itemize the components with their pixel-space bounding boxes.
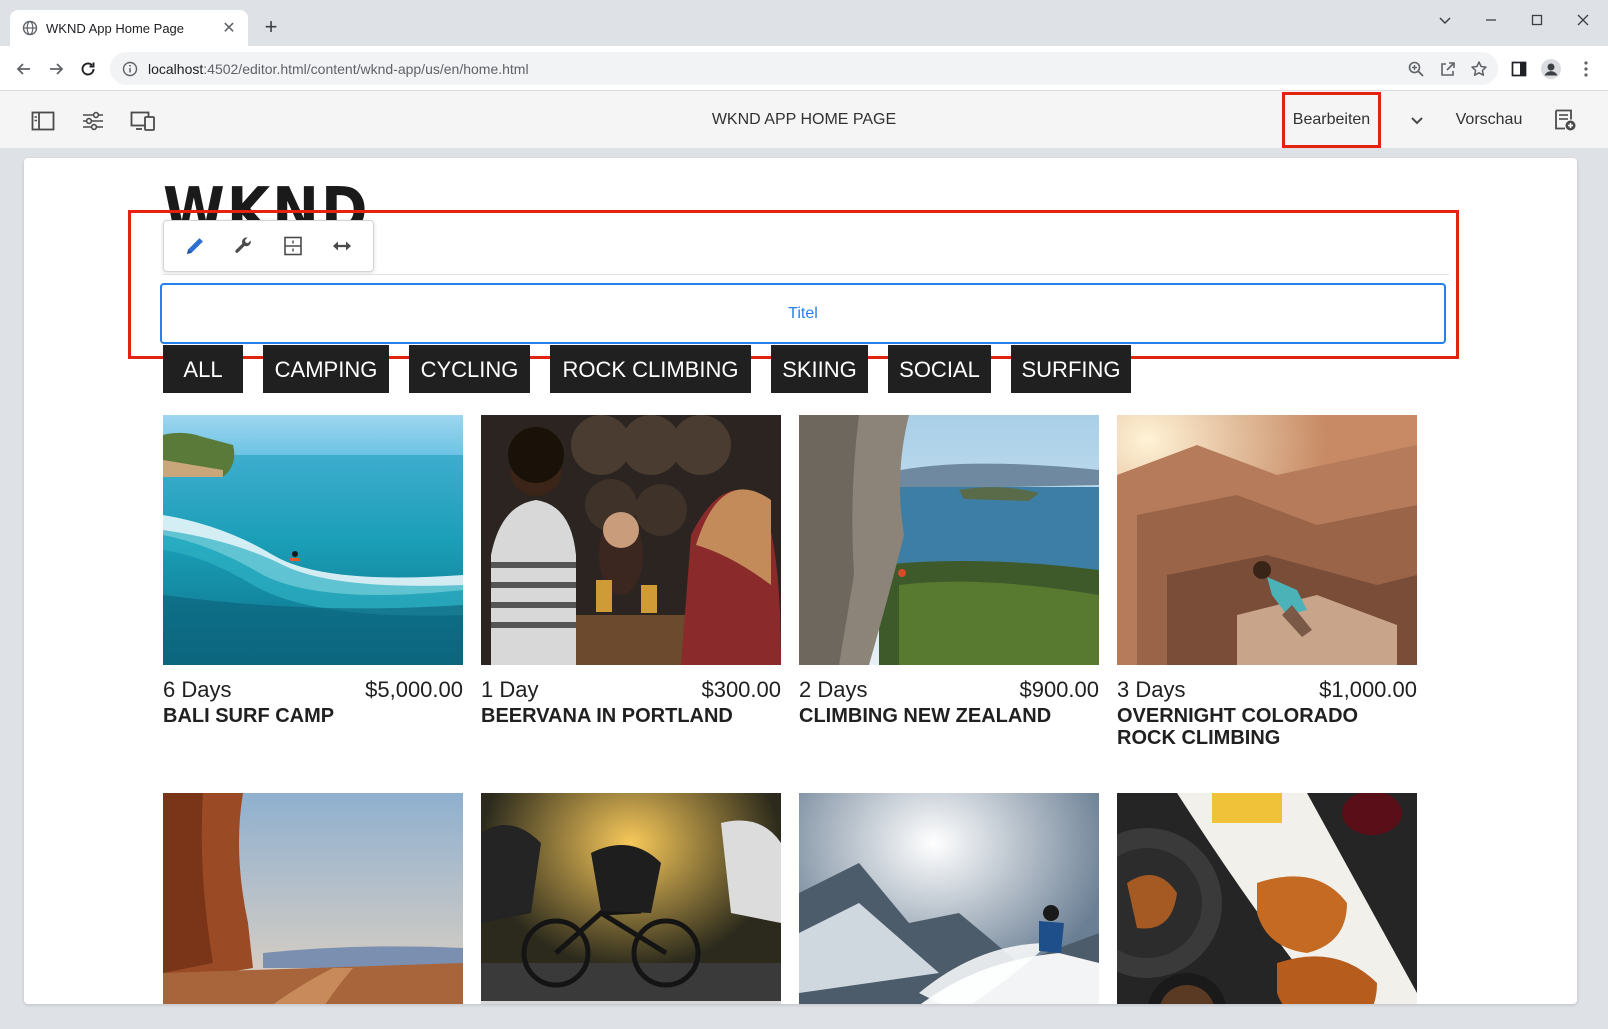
new-zealand-climb-photo (799, 415, 1099, 665)
browser-tab-strip: WKND App Home Page ✕ + (0, 0, 1608, 46)
cycling-photo (481, 793, 781, 1004)
page-canvas: WKND Titel ALL CAMPING CYCLING ROCK CLIM… (24, 158, 1577, 1004)
edit-mode-button[interactable]: Bearbeiten (1282, 92, 1381, 148)
back-arrow-icon[interactable] (10, 55, 38, 83)
card-price: $1,000.00 (1319, 677, 1417, 702)
card-duration: 6 Days (163, 677, 232, 702)
close-tab-icon[interactable]: ✕ (220, 19, 238, 37)
preview-button[interactable]: Vorschau (1448, 101, 1530, 139)
card-duration: 2 Days (799, 677, 868, 702)
browser-menu-icon[interactable] (1572, 55, 1600, 83)
card-meta-row: 3 Days $1,000.00 (1117, 677, 1417, 703)
editor-toolbar: WKND APP HOME PAGE Bearbeiten Vorschau (0, 91, 1608, 149)
surf-photo (163, 415, 463, 665)
new-tab-button[interactable]: + (258, 14, 284, 40)
tab-title: WKND App Home Page (46, 20, 185, 36)
zoom-icon[interactable] (1402, 55, 1430, 83)
adventure-card[interactable]: 2 Days $900.00 CLIMBING NEW ZEALAND (799, 415, 1099, 727)
profile-avatar-icon[interactable] (1537, 55, 1565, 83)
card-title[interactable]: CLIMBING NEW ZEALAND (799, 705, 1099, 727)
adventure-card[interactable] (1117, 793, 1417, 1004)
wrench-configure-icon[interactable] (229, 231, 259, 261)
resize-arrows-icon[interactable] (327, 231, 357, 261)
adventure-card[interactable]: 3 Days $1,000.00 OVERNIGHT COLORADO ROCK… (1117, 415, 1417, 749)
horizontal-scrollbar[interactable] (24, 1004, 1577, 1014)
card-meta-row: 1 Day $300.00 (481, 677, 781, 703)
url-input[interactable]: localhost:4502/editor.html/content/wknd-… (110, 52, 1498, 85)
filter-social-button[interactable]: SOCIAL (888, 345, 991, 393)
maximize-icon[interactable] (1522, 8, 1552, 32)
food-platter-photo (1117, 793, 1417, 1004)
skiing-photo (799, 793, 1099, 1004)
page-information-icon[interactable] (1550, 105, 1580, 135)
emulator-devices-icon[interactable] (128, 106, 158, 136)
card-price: $300.00 (701, 677, 781, 702)
browser-tab[interactable]: WKND App Home Page ✕ (10, 10, 248, 46)
pencil-edit-icon[interactable] (180, 231, 210, 261)
card-duration: 3 Days (1117, 677, 1186, 702)
title-component-placeholder[interactable]: Titel (160, 283, 1446, 344)
component-toolbar (163, 220, 374, 272)
tab-search-chevron-icon[interactable] (1430, 8, 1460, 32)
colorado-rock-climb-photo (1117, 415, 1417, 665)
filter-cycling-button[interactable]: CYCLING (409, 345, 530, 393)
filter-rock-climbing-button[interactable]: ROCK CLIMBING (550, 345, 751, 393)
filter-camping-button[interactable]: CAMPING (263, 345, 389, 393)
reload-icon[interactable] (74, 55, 102, 83)
globe-icon (22, 20, 38, 36)
card-meta-row: 6 Days $5,000.00 (163, 677, 463, 703)
card-title[interactable]: BALI SURF CAMP (163, 705, 463, 727)
page-properties-sliders-icon[interactable] (78, 106, 108, 136)
adventure-card[interactable] (481, 793, 781, 1004)
bookmark-star-icon[interactable] (1465, 55, 1493, 83)
url-text: localhost:4502/editor.html/content/wknd-… (148, 60, 529, 77)
side-panel-toggle-icon[interactable] (28, 106, 58, 136)
forward-arrow-icon[interactable] (42, 55, 70, 83)
side-panel-icon[interactable] (1505, 55, 1533, 83)
minimize-icon[interactable] (1476, 8, 1506, 32)
share-icon[interactable] (1434, 55, 1462, 83)
adventure-card[interactable] (799, 793, 1099, 1004)
component-divider (163, 274, 1449, 275)
container-layout-icon[interactable] (278, 231, 308, 261)
adventure-card[interactable]: 1 Day $300.00 BEERVANA IN PORTLAND (481, 415, 781, 727)
card-title[interactable]: BEERVANA IN PORTLAND (481, 705, 781, 727)
card-price: $5,000.00 (365, 677, 463, 702)
brewery-photo (481, 415, 781, 665)
adventure-card[interactable] (163, 793, 463, 1004)
adventure-card[interactable]: 6 Days $5,000.00 BALI SURF CAMP (163, 415, 463, 727)
filter-all-button[interactable]: ALL (163, 345, 243, 393)
card-meta-row: 2 Days $900.00 (799, 677, 1099, 703)
desert-canyon-photo (163, 793, 463, 1004)
adventure-filter-bar: ALL CAMPING CYCLING ROCK CLIMBING SKIING… (163, 345, 1151, 393)
filter-surfing-button[interactable]: SURFING (1011, 345, 1131, 393)
site-info-icon[interactable] (122, 61, 138, 77)
filter-skiing-button[interactable]: SKIING (771, 345, 868, 393)
address-bar-row: localhost:4502/editor.html/content/wknd-… (0, 46, 1608, 91)
card-duration: 1 Day (481, 677, 539, 702)
card-price: $900.00 (1019, 677, 1099, 702)
chevron-down-icon[interactable] (1402, 105, 1432, 135)
card-title[interactable]: OVERNIGHT COLORADO ROCK CLIMBING (1117, 705, 1417, 749)
close-window-icon[interactable] (1568, 8, 1598, 32)
